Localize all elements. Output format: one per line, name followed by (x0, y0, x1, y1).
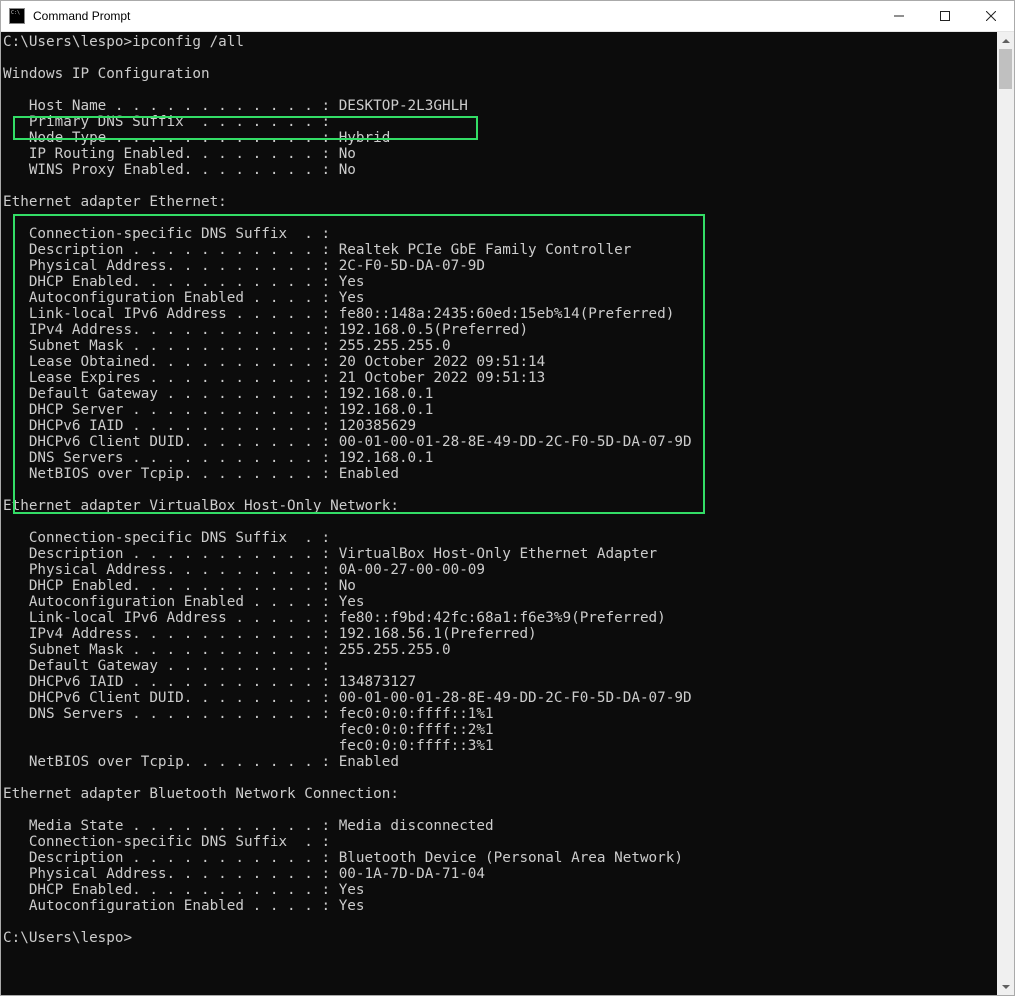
scrollbar[interactable] (997, 32, 1014, 995)
close-button[interactable] (968, 1, 1014, 32)
scroll-up-button[interactable] (997, 32, 1014, 49)
terminal-output[interactable]: C:\Users\lespo>ipconfig /all Windows IP … (1, 32, 997, 995)
scroll-thumb[interactable] (999, 49, 1012, 89)
cmd-icon (9, 8, 25, 24)
scroll-down-button[interactable] (997, 978, 1014, 995)
maximize-button[interactable] (922, 1, 968, 32)
minimize-button[interactable] (876, 1, 922, 32)
window-title: Command Prompt (33, 9, 130, 23)
terminal-area[interactable]: C:\Users\lespo>ipconfig /all Windows IP … (1, 32, 1014, 995)
title-bar[interactable]: Command Prompt (1, 1, 1014, 32)
